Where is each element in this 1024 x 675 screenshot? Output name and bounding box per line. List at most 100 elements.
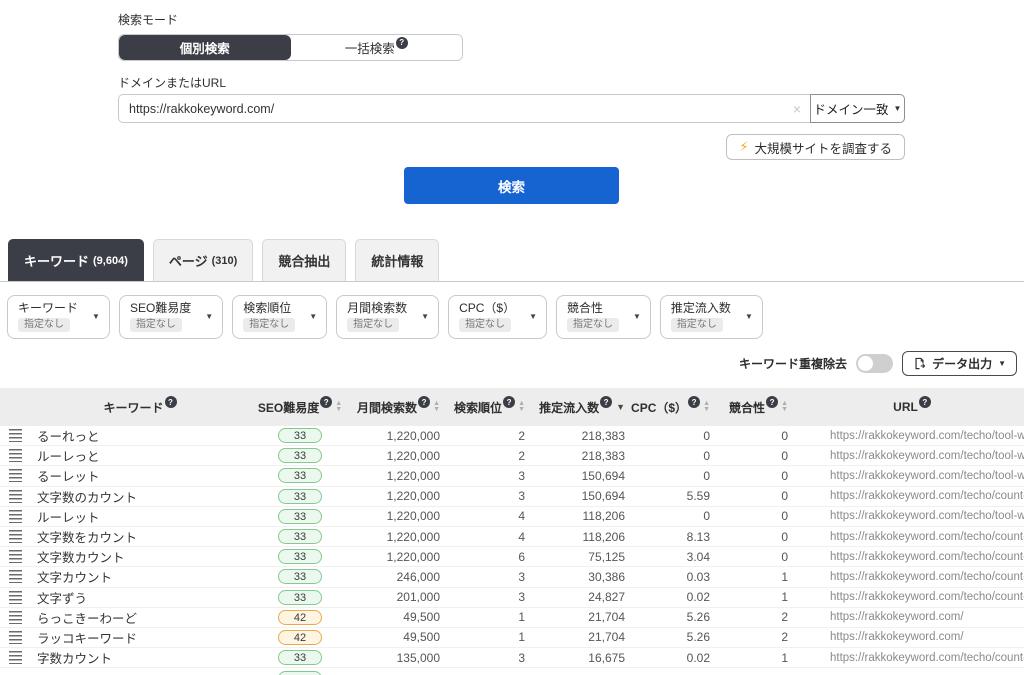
cpc-cell: 5.26 [635, 608, 718, 627]
table-toolbar: キーワード重複除去 データ出力 ▼ [0, 352, 1024, 375]
traffic-cell: 150,694 [532, 466, 635, 485]
url-cell: https://rakkokeyword.com/ [800, 608, 1024, 627]
competition-cell: 1 [718, 567, 800, 586]
column-header-rank[interactable]: 検索順位?▲▼ [450, 388, 532, 426]
traffic-cell: 30,386 [532, 567, 635, 586]
volume-cell: 1,220,000 [350, 487, 450, 506]
filter-検索順位[interactable]: 検索順位指定なし▼ [232, 295, 327, 339]
filter-キーワード[interactable]: キーワード指定なし▼ [7, 295, 110, 339]
volume-cell: 1,220,000 [350, 446, 450, 465]
chevron-down-icon: ▼ [92, 312, 100, 321]
column-header-drag [0, 388, 30, 426]
result-tab-キーワード[interactable]: キーワード(9,604) [8, 239, 144, 281]
drag-handle[interactable] [0, 567, 30, 586]
drag-handle[interactable] [0, 487, 30, 506]
filter-競合性[interactable]: 競合性指定なし▼ [556, 295, 651, 339]
difficulty-cell: 33 [250, 507, 350, 526]
chevron-down-icon: ▼ [998, 359, 1006, 368]
info-icon: ? [600, 396, 612, 408]
traffic-cell: 118,206 [532, 527, 635, 546]
volume-cell: 1,220,000 [350, 507, 450, 526]
difficulty-badge: 33 [278, 529, 322, 544]
difficulty-cell [250, 668, 350, 675]
chevron-down-icon: ▼ [421, 312, 429, 321]
clear-input-icon[interactable]: × [793, 102, 801, 116]
drag-handle[interactable] [0, 527, 30, 546]
drag-handle[interactable] [0, 426, 30, 445]
search-mode-label: 検索モード [118, 12, 905, 28]
filter-title: 競合性 [567, 301, 619, 315]
column-header-traffic[interactable]: 推定流入数?▼ [532, 388, 635, 426]
result-tab-競合抽出[interactable]: 競合抽出 [262, 239, 346, 281]
drag-handle[interactable] [0, 588, 30, 607]
drag-handle-icon [9, 530, 22, 543]
drag-handle-icon [9, 449, 22, 462]
column-label: 推定流入数 [539, 399, 599, 416]
domain-input-row: https://rakkokeyword.com/ × ドメイン一致 ▼ [118, 94, 905, 123]
export-button[interactable]: データ出力 ▼ [902, 351, 1017, 376]
competition-cell: 0 [718, 446, 800, 465]
filter-CPC（$）[interactable]: CPC（$）指定なし▼ [448, 295, 547, 339]
keyword-cell: 文字数カウント [30, 547, 250, 566]
competition-cell: 0 [718, 426, 800, 445]
result-tab-統計情報[interactable]: 統計情報 [355, 239, 439, 281]
sort-icon[interactable]: ▲▼ [781, 401, 788, 413]
filter-推定流入数[interactable]: 推定流入数指定なし▼ [660, 295, 763, 339]
rank-cell: 3 [450, 487, 532, 506]
match-type-dropdown[interactable]: ドメイン一致 ▼ [810, 94, 905, 123]
drag-handle[interactable] [0, 648, 30, 667]
drag-handle[interactable] [0, 466, 30, 485]
sort-icon[interactable]: ▲▼ [518, 401, 525, 413]
drag-handle[interactable] [0, 446, 30, 465]
drag-handle[interactable] [0, 507, 30, 526]
info-icon: ? [503, 396, 515, 408]
drag-handle-icon [9, 631, 22, 644]
domain-input[interactable]: https://rakkokeyword.com/ × [118, 94, 810, 123]
search-button[interactable]: 検索 [404, 167, 619, 204]
column-label: 検索順位 [454, 399, 502, 416]
drag-handle-icon [9, 429, 22, 442]
difficulty-badge: 33 [278, 650, 322, 665]
keyword-cell: ルーレット [30, 507, 250, 526]
difficulty-cell: 33 [250, 487, 350, 506]
column-label: 月間検索数 [357, 399, 417, 416]
large-site-button[interactable]: ⚡ 大規模サイトを調査する [726, 134, 905, 160]
url-cell: https://rakkokeyword.com/ [800, 628, 1024, 647]
sort-icon[interactable]: ▲▼ [703, 401, 710, 413]
drag-handle-icon [9, 490, 22, 503]
mode-tab-一括検索[interactable]: 一括検索? [291, 35, 463, 60]
volume-cell: 49,500 [350, 608, 450, 627]
cpc-cell: 5.26 [635, 628, 718, 647]
volume-cell: 1,220,000 [350, 426, 450, 445]
volume-cell: 1,220,000 [350, 547, 450, 566]
difficulty-cell: 33 [250, 466, 350, 485]
difficulty-badge: 33 [278, 509, 322, 524]
info-icon: ? [396, 37, 408, 49]
table-row-partial [0, 668, 1024, 675]
filter-value-chip: 指定なし [671, 318, 723, 332]
drag-handle[interactable] [0, 608, 30, 627]
column-header-competition[interactable]: 競合性?▲▼ [718, 388, 800, 426]
match-type-label: ドメイン一致 [814, 99, 889, 118]
result-tab-ページ[interactable]: ページ(310) [153, 239, 253, 281]
domain-url-label: ドメインまたはURL [118, 75, 905, 91]
dedupe-toggle[interactable] [856, 354, 893, 373]
url-cell: https://rakkokeyword.com/techo/count-t [800, 527, 1024, 546]
drag-handle[interactable] [0, 628, 30, 647]
filter-SEO難易度[interactable]: SEO難易度指定なし▼ [119, 295, 223, 339]
sort-icon[interactable]: ▲▼ [433, 401, 440, 413]
drag-handle[interactable] [0, 547, 30, 566]
keyword-cell: るーレット [30, 466, 250, 485]
column-header-volume[interactable]: 月間検索数?▲▼ [350, 388, 450, 426]
traffic-cell: 75,125 [532, 547, 635, 566]
mode-tab-個別検索[interactable]: 個別検索 [119, 35, 291, 60]
table-row: 文字数カウント331,220,000675,1253.040https://ra… [0, 547, 1024, 567]
filter-inner: 推定流入数指定なし [671, 301, 731, 332]
filter-月間検索数[interactable]: 月間検索数指定なし▼ [336, 295, 439, 339]
sort-icon[interactable]: ▲▼ [335, 401, 342, 413]
traffic-cell: 24,827 [532, 588, 635, 607]
rank-cell: 4 [450, 507, 532, 526]
column-header-cpc[interactable]: CPC（$）?▲▼ [635, 388, 718, 426]
column-header-difficulty[interactable]: SEO難易度?▲▼ [250, 388, 350, 426]
url-cell: https://rakkokeyword.com/techo/count-t [800, 588, 1024, 607]
